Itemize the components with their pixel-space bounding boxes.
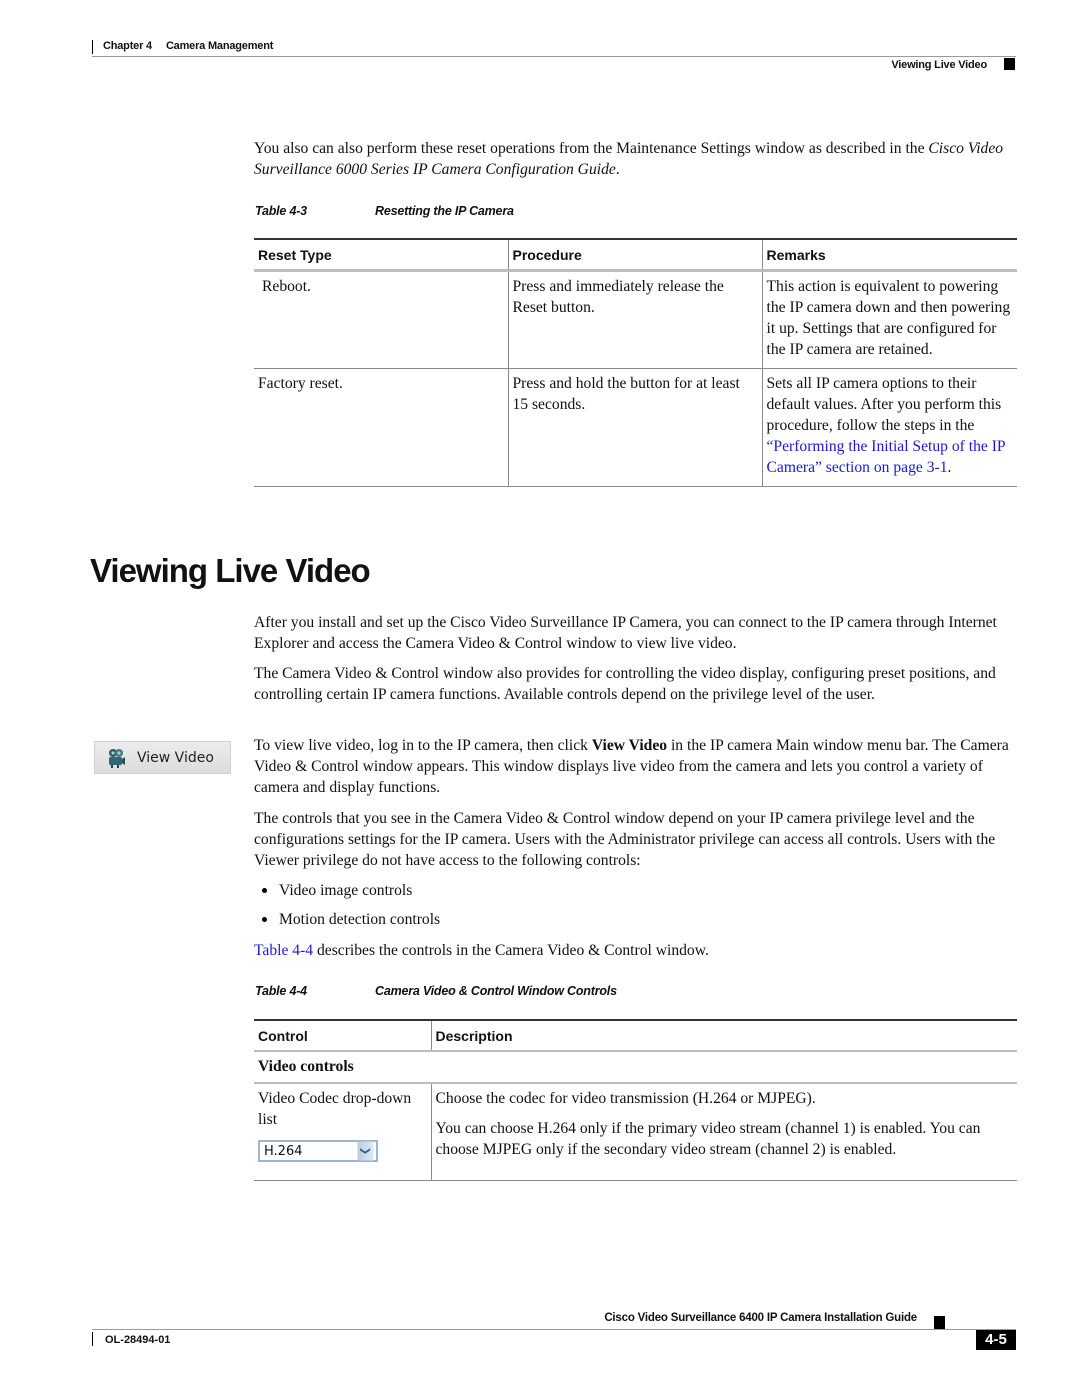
cell-control: Video Codec drop-down list H.264 ❯	[254, 1083, 431, 1181]
body-paragraph: The Camera Video & Control window also p…	[254, 665, 996, 703]
table-title: Resetting the IP Camera	[375, 204, 514, 218]
chevron-down-icon[interactable]: ❯	[357, 1141, 374, 1161]
table-number: Table 4-3	[255, 204, 307, 218]
table-row: Reboot. Press and immediately release th…	[254, 270, 1017, 369]
col-header-procedure: Procedure	[507, 238, 762, 272]
table-reference-paragraph: Table 4-4 describes the controls in the …	[254, 942, 709, 959]
reset-table: Reset Type Procedure Remarks Reboot. Pre…	[254, 238, 1017, 487]
bullet-icon	[262, 888, 267, 893]
dropdown-value: H.264	[264, 1143, 303, 1159]
table-row: Factory reset. Press and hold the button…	[254, 368, 1017, 487]
cell-reset-type: Factory reset.	[254, 368, 508, 487]
description-text: You can choose H.264 only if the primary…	[435, 1120, 981, 1158]
header-marker-block	[1004, 58, 1015, 70]
footer-doc-number: OL-28494-01	[105, 1334, 171, 1346]
running-header-chapter: Chapter 4 Camera Management	[103, 40, 273, 52]
camera-icon	[107, 748, 125, 768]
bullet-list: Video image controls Motion detection co…	[254, 876, 954, 934]
footer-rule	[92, 1329, 1016, 1330]
table-4-4-link[interactable]: Table 4-4	[254, 942, 313, 959]
section-heading: Viewing Live Video	[90, 552, 371, 589]
col-header-remarks: Remarks	[761, 238, 1017, 272]
header-margin-bar	[92, 40, 93, 54]
cell-procedure: Press and hold the button for at least 1…	[507, 368, 762, 487]
view-video-bold: View Video	[591, 737, 668, 754]
page-number: 4-5	[976, 1330, 1016, 1350]
bullet-icon	[262, 917, 267, 922]
bullet-item: Video image controls	[254, 876, 954, 905]
cell-reset-type: Reboot.	[254, 270, 508, 369]
table-title: Camera Video & Control Window Controls	[375, 984, 617, 998]
cell-description: Choose the codec for video transmission …	[430, 1083, 1017, 1181]
initial-setup-link[interactable]: “Performing the Initial Setup of the IP …	[767, 438, 1005, 476]
footer-margin-bar	[92, 1332, 93, 1346]
table-header-row: Control Description	[254, 1019, 1017, 1052]
table-header-row: Reset Type Procedure Remarks	[254, 238, 1017, 272]
view-video-paragraph: To view live video, log in to the IP cam…	[254, 737, 1009, 796]
group-label: Video controls	[254, 1051, 1017, 1084]
table-row: Video Codec drop-down list H.264 ❯ Choos…	[254, 1083, 1017, 1181]
controls-paragraph: The controls that you see in the Camera …	[254, 810, 996, 869]
controls-table: Control Description Video controls Video…	[254, 1019, 1017, 1181]
footer-marker-block	[934, 1316, 945, 1330]
body-paragraph: After you install and set up the Cisco V…	[254, 614, 997, 652]
table-group-row: Video controls	[254, 1051, 1017, 1084]
chapter-number: Chapter 4	[103, 40, 152, 52]
control-name: Video Codec drop-down list	[258, 1090, 412, 1128]
table-4-4-caption: Table 4-4 Camera Video & Control Window C…	[255, 984, 617, 998]
cell-procedure: Press and immediately release the Reset …	[507, 270, 762, 369]
table-4-3-caption: Table 4-3 Resetting the IP Camera	[255, 204, 514, 218]
description-text: Choose the codec for video transmission …	[435, 1090, 816, 1107]
col-header-description: Description	[430, 1019, 1017, 1052]
table-number: Table 4-4	[255, 984, 307, 998]
cell-remarks: Sets all IP camera options to their defa…	[761, 368, 1017, 487]
col-header-reset-type: Reset Type	[254, 238, 508, 272]
col-header-control: Control	[254, 1019, 431, 1052]
video-codec-dropdown[interactable]: H.264 ❯	[258, 1140, 378, 1162]
running-header-section: Viewing Live Video	[891, 59, 987, 71]
view-video-label: View Video	[137, 749, 214, 766]
view-video-button[interactable]: View Video	[94, 741, 231, 774]
intro-paragraph: You also can also perform these reset op…	[254, 140, 1004, 178]
footer-guide-title: Cisco Video Surveillance 6400 IP Camera …	[604, 1312, 917, 1324]
cell-remarks: This action is equivalent to powering th…	[761, 270, 1017, 369]
header-rule	[92, 56, 1016, 57]
bullet-item: Motion detection controls	[254, 905, 954, 934]
chapter-title: Camera Management	[165, 40, 274, 52]
